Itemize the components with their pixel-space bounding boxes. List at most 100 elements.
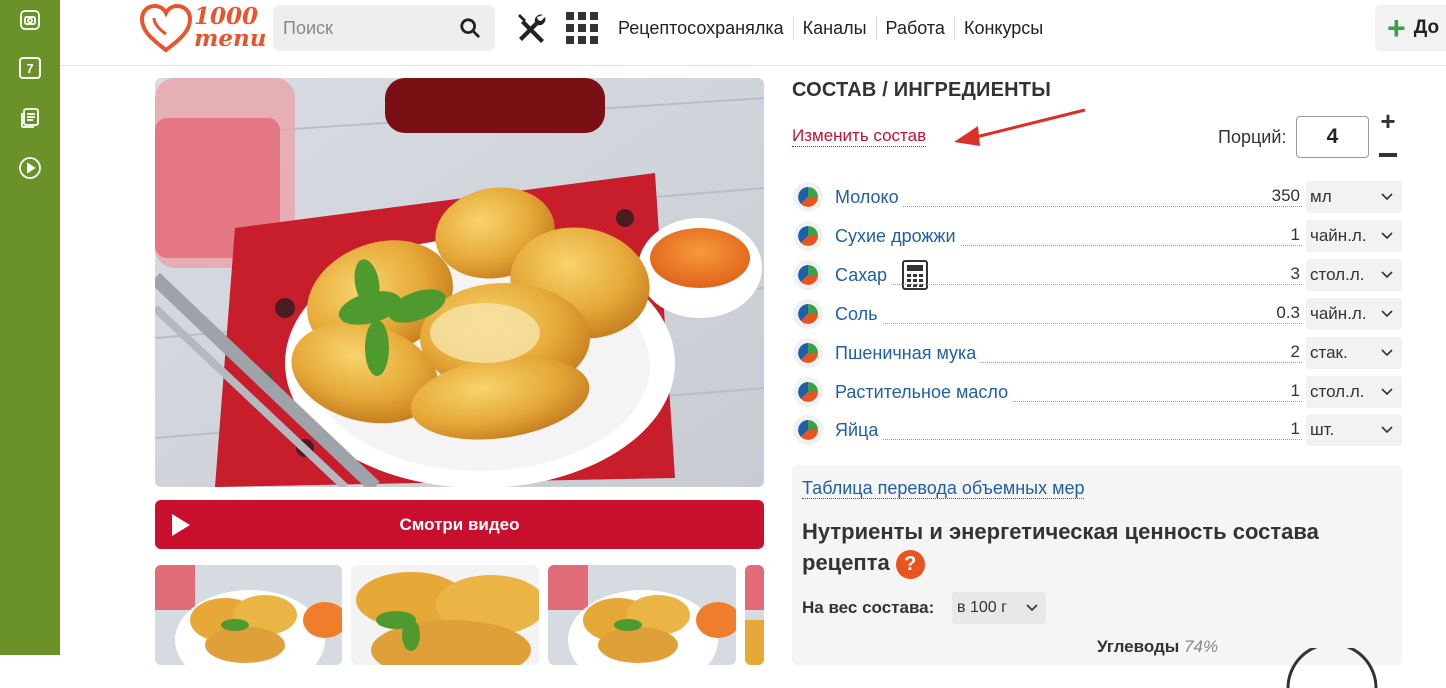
chevron-down-icon xyxy=(1381,388,1393,396)
unit-select-value: шт. xyxy=(1310,420,1335,439)
weight-select[interactable]: в 100 г xyxy=(952,592,1046,624)
nutrition-pie-icon[interactable] xyxy=(793,377,823,407)
ingredient-row: Растительное масло 1 стол.л. xyxy=(792,376,1402,408)
ingredient-row: Сухие дрожжи 1 чайн.л. xyxy=(792,220,1402,252)
ingredient-name[interactable]: Молоко xyxy=(835,187,903,208)
nutrition-pie-icon[interactable] xyxy=(793,221,823,251)
calculator-icon[interactable] xyxy=(900,260,930,290)
chevron-down-icon xyxy=(1381,310,1393,318)
plus-icon: + xyxy=(1387,10,1406,46)
chevron-down-icon xyxy=(1381,426,1393,434)
heart-logo-icon xyxy=(139,3,193,53)
play-icon xyxy=(172,514,190,536)
unit-select[interactable]: стол.л. xyxy=(1306,376,1402,408)
leader-dots xyxy=(835,206,1302,207)
search-button[interactable] xyxy=(445,5,495,51)
ingredient-name[interactable]: Растительное масло xyxy=(835,382,1013,403)
nav-channels[interactable]: Каналы xyxy=(792,16,876,40)
weight-label: На вес состава: xyxy=(802,598,935,617)
ingredient-quantity: 1 xyxy=(1286,419,1300,439)
portions-label: Порций: xyxy=(1218,127,1287,147)
nutrients-donut-chart xyxy=(1286,648,1378,688)
chevron-down-icon xyxy=(1381,349,1393,357)
play-circle-icon[interactable] xyxy=(18,156,42,180)
portions-decrease-button[interactable] xyxy=(1374,140,1402,170)
nav-contests[interactable]: Конкурсы xyxy=(953,16,1052,40)
leader-dots xyxy=(835,439,1302,440)
camera-square-icon[interactable] xyxy=(18,8,42,32)
unit-select[interactable]: мл xyxy=(1306,181,1402,213)
ingredient-row: Яйца 1 шт. xyxy=(792,414,1402,446)
top-header: 1000menu Рецептосохранялка Каналы Работа… xyxy=(60,0,1446,66)
nutrition-pie-icon[interactable] xyxy=(793,338,823,368)
unit-select-value: мл xyxy=(1310,187,1332,206)
nutrition-pie-icon[interactable] xyxy=(793,260,823,290)
ingredient-quantity: 350 xyxy=(1267,186,1300,206)
ingredient-quantity: 0.3 xyxy=(1272,303,1300,323)
unit-select[interactable]: шт. xyxy=(1306,414,1402,446)
search-icon xyxy=(460,18,480,38)
watch-video-button[interactable]: Смотри видео xyxy=(155,500,764,549)
ingredient-name[interactable]: Яйца xyxy=(835,420,883,441)
gallery-thumbnail[interactable] xyxy=(548,565,736,665)
ingredient-row: Сахар 3 стол.л. xyxy=(792,259,1402,291)
left-sidebar: 7 xyxy=(0,0,60,655)
add-button-label: До xyxy=(1413,17,1440,38)
nutrients-panel: Таблица перевода объемных мер Нутриенты … xyxy=(792,465,1402,688)
nutrients-title: Нутриенты и энергетическая ценность сост… xyxy=(802,516,1362,579)
unit-select[interactable]: стак. xyxy=(1306,337,1402,369)
logo-text: 1000 menu xyxy=(194,3,267,52)
carbs-label: Углеводы xyxy=(1097,637,1180,656)
unit-select-value: стол.л. xyxy=(1310,265,1365,284)
gallery-thumbnail[interactable] xyxy=(745,565,764,665)
annotation-arrow-icon xyxy=(954,108,1086,146)
ingredient-name[interactable]: Сухие дрожжи xyxy=(835,226,960,247)
ingredient-quantity: 1 xyxy=(1286,225,1300,245)
portions-input[interactable]: 4 xyxy=(1296,116,1369,158)
gallery-thumbnail[interactable] xyxy=(155,565,342,665)
weight-select-value: в 100 г xyxy=(957,599,1007,616)
unit-select-value: стол.л. xyxy=(1310,382,1365,401)
gallery-thumbnail[interactable] xyxy=(351,565,539,665)
calendar-icon[interactable]: 7 xyxy=(18,56,42,80)
unit-select-value: стак. xyxy=(1310,343,1348,362)
help-icon[interactable]: ? xyxy=(895,549,925,579)
watch-video-label: Смотри видео xyxy=(399,514,520,534)
nutrition-pie-icon[interactable] xyxy=(793,182,823,212)
search-input[interactable] xyxy=(273,5,445,51)
edit-ingredients-link[interactable]: Изменить состав xyxy=(792,126,927,147)
minus-icon xyxy=(1379,153,1397,157)
unit-select[interactable]: чайн.л. xyxy=(1306,220,1402,252)
measure-table-link[interactable]: Таблица перевода объемных мер xyxy=(802,478,1085,499)
chevron-down-icon xyxy=(1381,271,1393,279)
ingredient-name[interactable]: Соль xyxy=(835,304,882,325)
chevron-down-icon xyxy=(1381,232,1393,240)
portions-increase-button[interactable]: + xyxy=(1374,106,1402,136)
ingredient-quantity: 2 xyxy=(1286,342,1300,362)
site-logo[interactable]: 1000 menu xyxy=(139,3,266,54)
search-box xyxy=(273,5,495,51)
nav-recipe-saver[interactable]: Рецептосохранялка xyxy=(609,16,793,40)
nav-jobs[interactable]: Работа xyxy=(875,16,954,40)
ingredient-name[interactable]: Сахар xyxy=(835,265,892,286)
ingredient-row: Молоко 350 мл xyxy=(792,181,1402,213)
leader-dots xyxy=(835,284,1302,285)
add-recipe-button[interactable]: + До xyxy=(1375,5,1446,51)
notes-icon[interactable] xyxy=(18,106,42,130)
nutrients-title-text: Нутриенты и энергетическая ценность сост… xyxy=(802,519,1319,575)
calendar-badge: 7 xyxy=(19,57,41,79)
ingredient-name[interactable]: Пшеничная мука xyxy=(835,343,981,364)
unit-select-value: чайн.л. xyxy=(1310,304,1367,323)
nutrition-pie-icon[interactable] xyxy=(793,415,823,445)
nutrition-pie-icon[interactable] xyxy=(793,299,823,329)
main-nav: Рецептосохранялка Каналы Работа Конкурсы xyxy=(609,16,1052,40)
unit-select[interactable]: чайн.л. xyxy=(1306,298,1402,330)
ingredient-quantity: 3 xyxy=(1286,264,1300,284)
tools-icon[interactable] xyxy=(515,11,549,45)
ingredients-title: СОСТАВ / ИНГРЕДИЕНТЫ xyxy=(792,79,1051,101)
apps-grid-icon[interactable] xyxy=(566,12,598,44)
ingredient-row: Пшеничная мука 2 стак. xyxy=(792,337,1402,369)
chevron-down-icon xyxy=(1026,604,1038,612)
unit-select[interactable]: стол.л. xyxy=(1306,259,1402,291)
recipe-main-photo[interactable] xyxy=(155,78,764,487)
